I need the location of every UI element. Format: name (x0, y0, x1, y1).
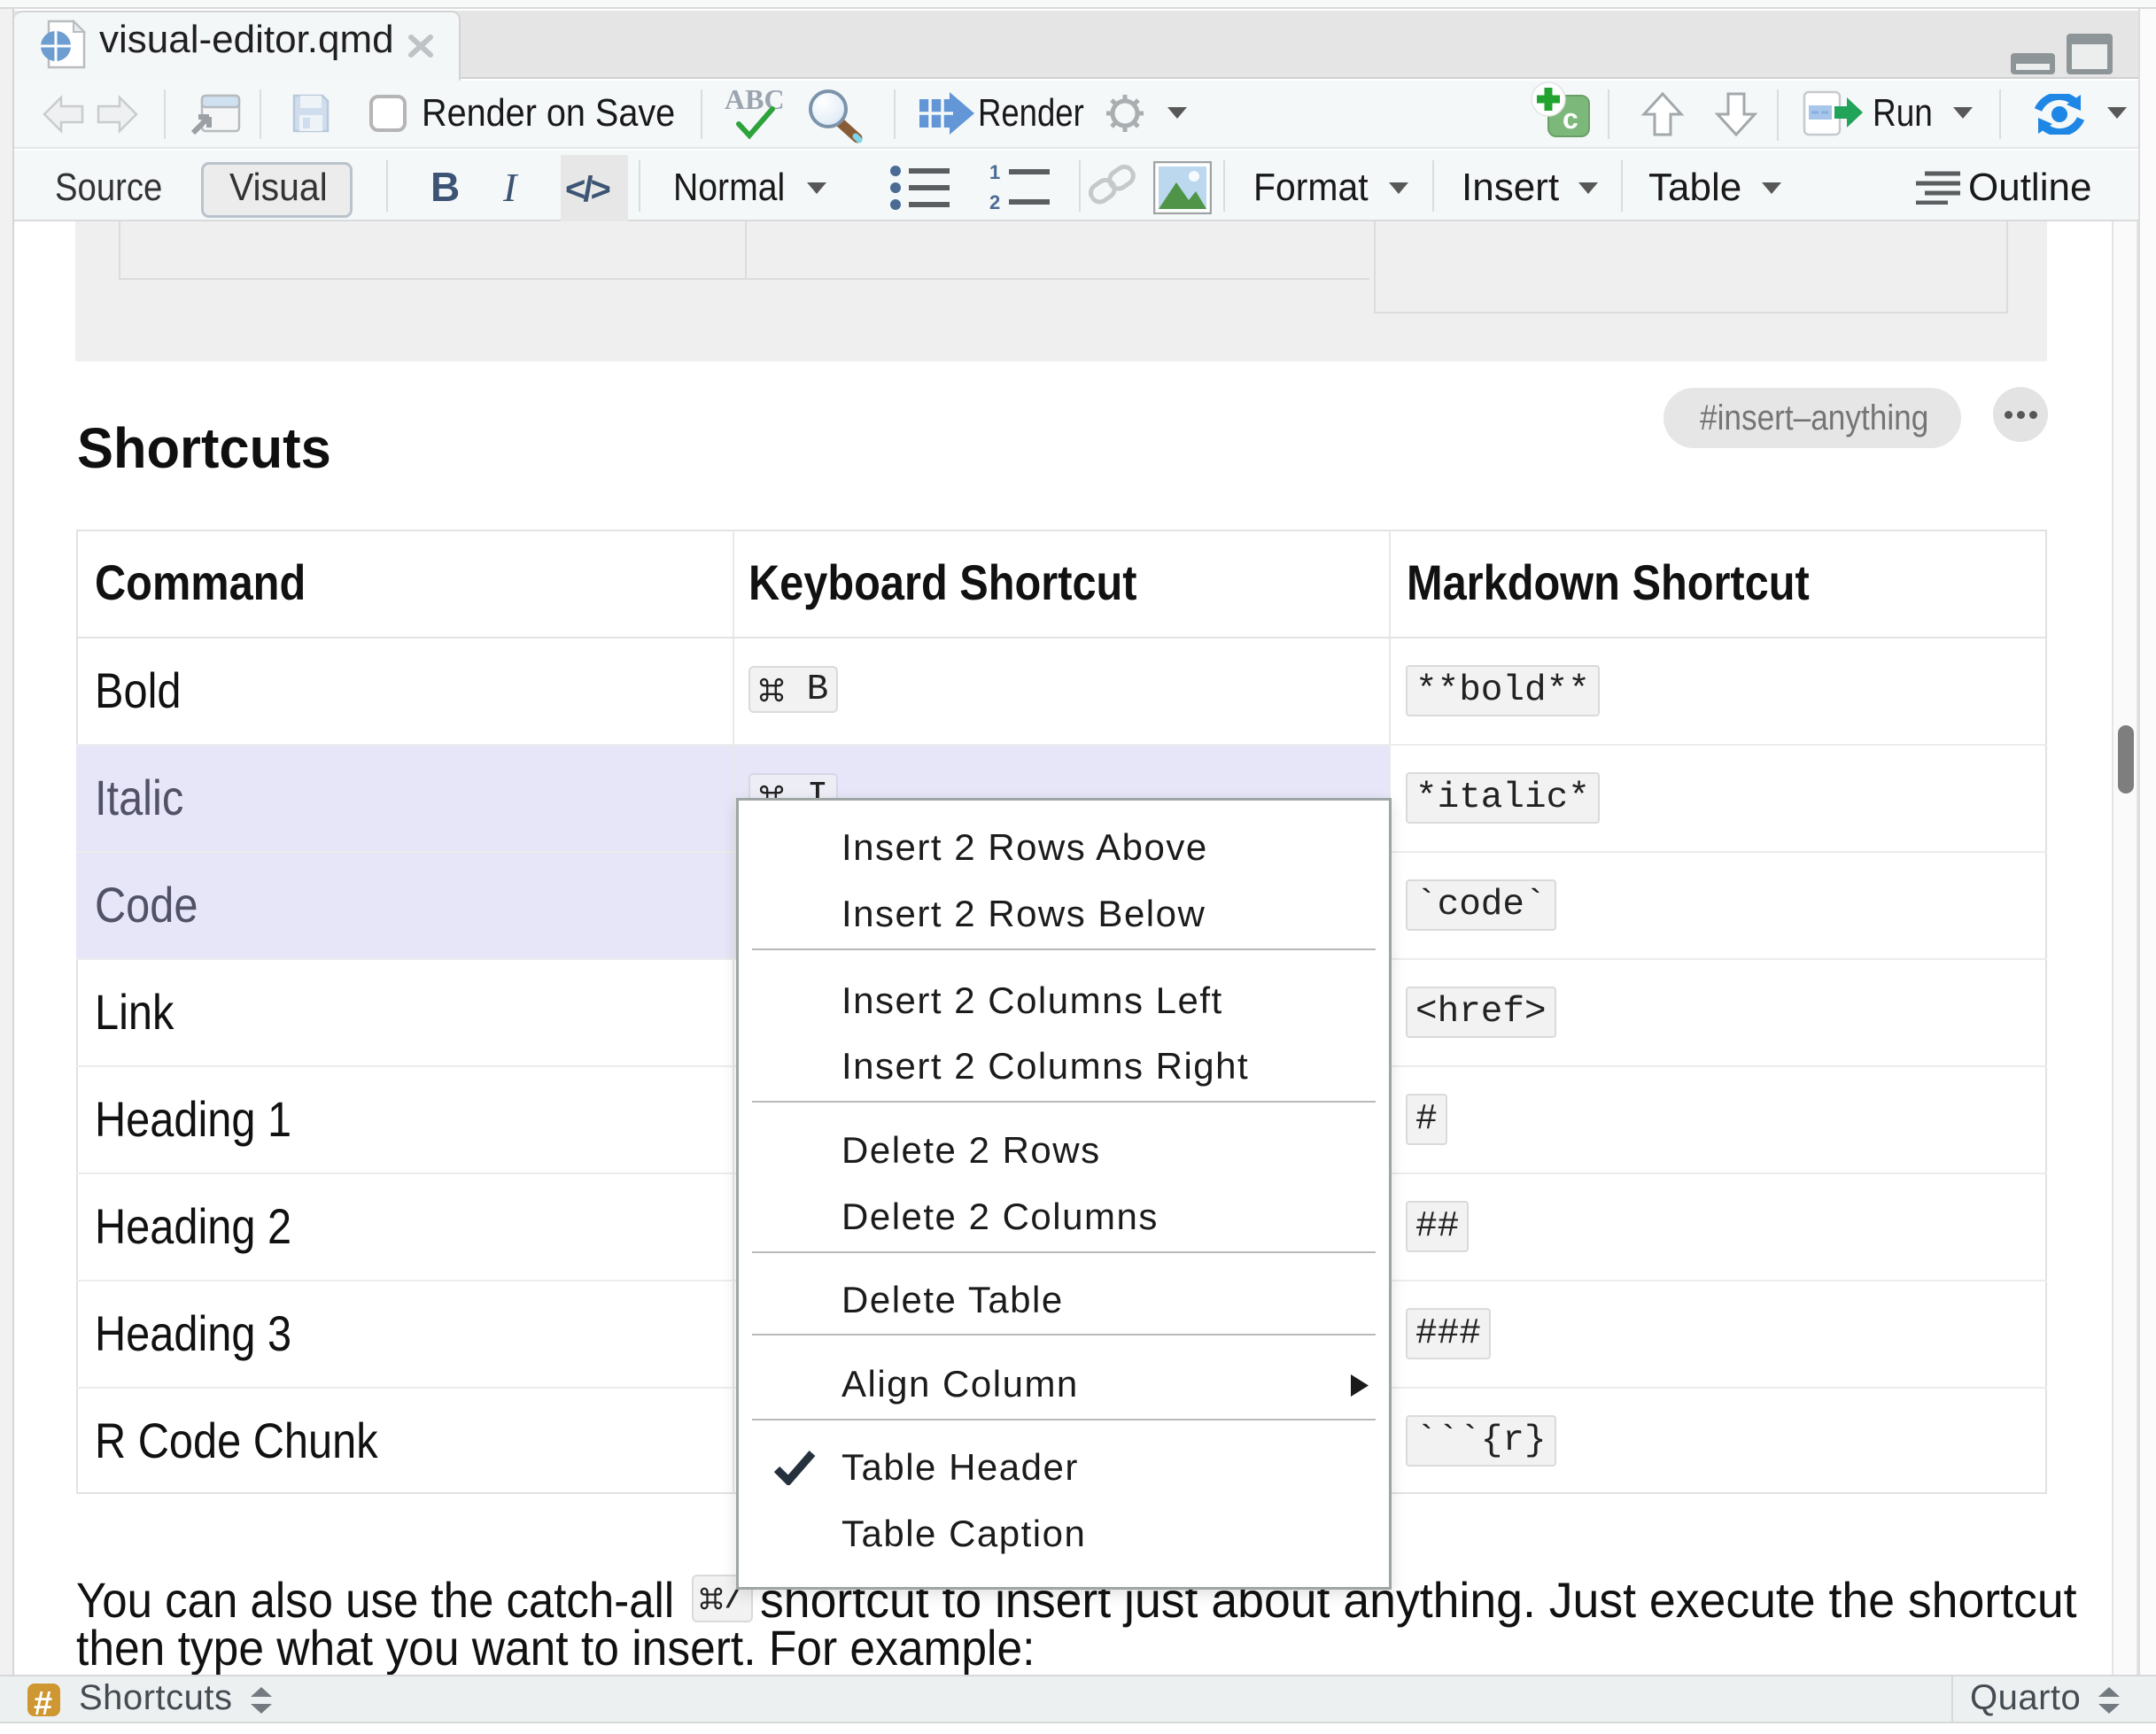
svg-text:1: 1 (989, 163, 1000, 183)
svg-text:2: 2 (989, 191, 1000, 213)
